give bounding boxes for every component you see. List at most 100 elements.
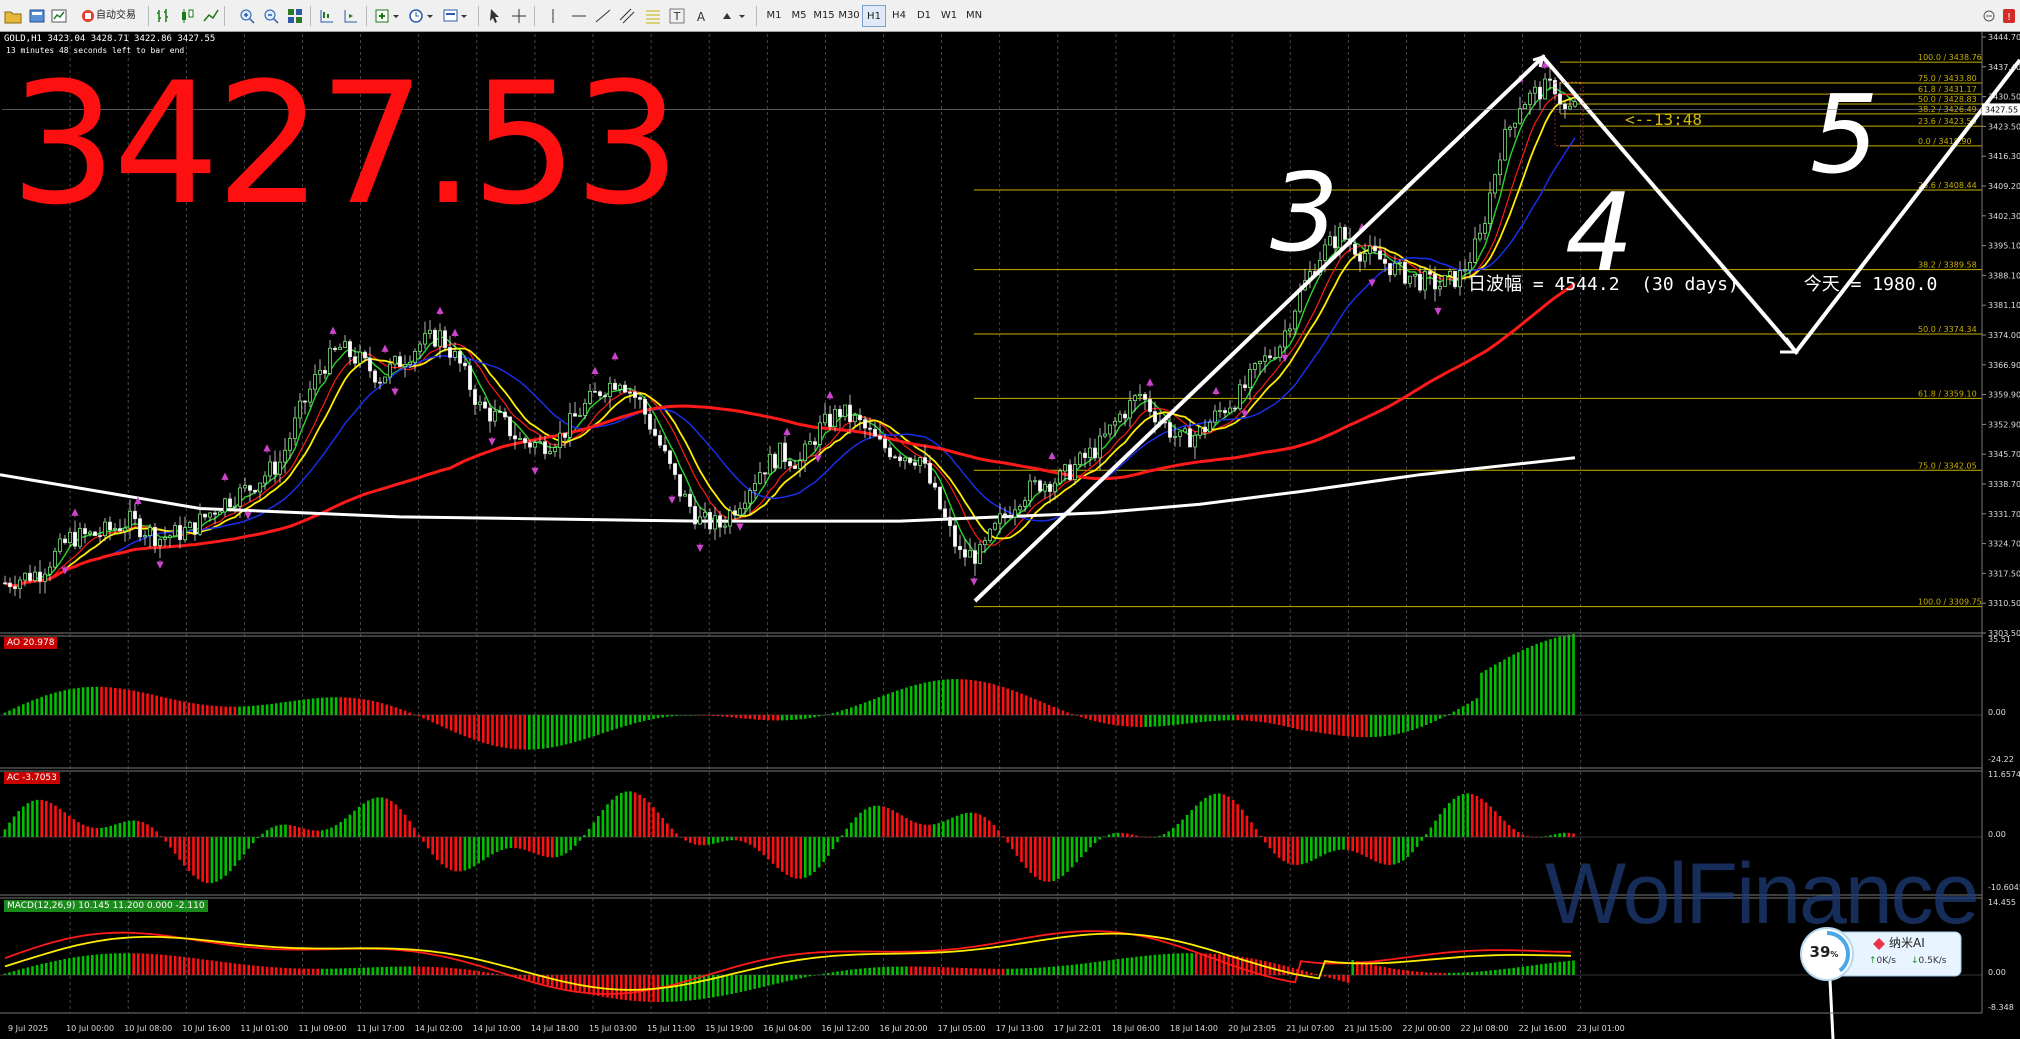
fib-level-label: 50.0 / 3428.83 — [1918, 95, 1977, 104]
macd-bar — [54, 960, 57, 975]
timeframe-m5[interactable]: M5 — [787, 5, 811, 27]
ac-bar — [150, 827, 154, 837]
macd-bar — [532, 975, 536, 982]
channel-icon[interactable] — [616, 5, 638, 27]
market-watch-icon[interactable] — [48, 5, 70, 27]
ac-bar — [187, 837, 191, 872]
ao-bar — [1563, 635, 1566, 715]
ac-bar — [164, 837, 168, 842]
time-tick-label: 17 Jul 13:00 — [996, 1024, 1044, 1033]
ac-bar — [348, 814, 352, 837]
text-label-icon[interactable]: A — [690, 5, 712, 27]
time-tick-label: 16 Jul 12:00 — [821, 1024, 869, 1033]
trendline-icon[interactable] — [592, 5, 614, 27]
ao-bar — [1498, 662, 1502, 715]
candle-body — [1058, 470, 1062, 484]
profiles-icon[interactable] — [26, 5, 48, 27]
ac-bar — [1563, 832, 1566, 837]
arrows-icon[interactable] — [718, 5, 748, 27]
timeframe-m1[interactable]: M1 — [762, 5, 786, 27]
ao-bar — [173, 699, 177, 715]
ao-bar — [758, 715, 761, 720]
timeframe-h1[interactable]: H1 — [862, 5, 886, 27]
zoom-in-icon[interactable] — [236, 5, 258, 27]
macd-bar — [367, 967, 370, 975]
line-chart-icon[interactable] — [200, 5, 222, 27]
indicators-icon[interactable] — [372, 5, 402, 27]
crosshair-icon[interactable] — [508, 5, 530, 27]
ac-bar — [689, 837, 692, 843]
fractal-down-marker — [1434, 306, 1442, 316]
macd-bar — [334, 968, 338, 975]
ao-bar — [40, 696, 43, 715]
ac-bar — [463, 837, 467, 871]
ao-bar — [422, 715, 425, 719]
ac-bar — [541, 837, 545, 857]
ao-bar — [781, 715, 784, 721]
timeframe-h4[interactable]: H4 — [887, 5, 911, 27]
macd-bar — [587, 975, 591, 995]
ac-bar — [1521, 834, 1525, 837]
ac-bar — [1448, 803, 1451, 837]
ao-bar — [146, 693, 149, 715]
ao-bar — [638, 715, 641, 723]
ac-bar — [1038, 837, 1042, 880]
macd-bar — [868, 967, 871, 975]
tile-windows-icon[interactable] — [284, 5, 306, 27]
timeframe-d1[interactable]: D1 — [912, 5, 936, 27]
ac-bar — [804, 837, 807, 878]
autoscroll-icon[interactable] — [340, 5, 362, 27]
macd-bar — [486, 972, 490, 975]
timeframe-w1[interactable]: W1 — [937, 5, 961, 27]
price-tick-label: 3338.70 — [1988, 480, 2020, 489]
ac-bar — [569, 837, 572, 851]
alert-icon[interactable]: ! — [1998, 5, 2020, 27]
macd-bar — [1116, 959, 1120, 975]
ac-bar — [279, 824, 283, 837]
ao-bar — [1066, 712, 1069, 715]
text-tool-icon[interactable]: T — [666, 5, 688, 27]
chart-shift-icon[interactable] — [316, 5, 338, 27]
macd-bar — [1383, 967, 1387, 975]
ac-bar — [1199, 801, 1203, 837]
horizontal-line-icon[interactable] — [568, 5, 590, 27]
timeframe-mn[interactable]: MN — [962, 5, 986, 27]
candle-body — [893, 456, 897, 459]
candle-body — [178, 525, 182, 541]
candle-body — [193, 522, 197, 535]
macd-bar — [49, 961, 53, 975]
ao-bar — [799, 715, 802, 720]
zoom-out-icon[interactable] — [260, 5, 282, 27]
ao-bar — [1093, 715, 1097, 722]
macd-bar — [357, 967, 361, 975]
candle-body — [123, 527, 127, 532]
periods-icon[interactable] — [406, 5, 436, 27]
candle-body — [883, 438, 887, 449]
templates-icon[interactable] — [440, 5, 470, 27]
candle-body — [848, 404, 852, 422]
candle-body — [468, 365, 472, 390]
fibonacci-icon[interactable] — [642, 5, 664, 27]
ao-bar — [1029, 697, 1032, 715]
candlestick-icon[interactable] — [176, 5, 198, 27]
open-folder-icon[interactable] — [2, 5, 24, 27]
candle-body — [43, 573, 47, 582]
auto-trade-button[interactable]: 自动交易 — [72, 5, 144, 27]
candle-body — [493, 410, 497, 422]
ai-floating-widget[interactable]: 39% 纳米AI ↑0K/s ↓0.5K/s — [1799, 926, 1963, 982]
ac-bar — [1429, 827, 1433, 837]
vertical-line-icon[interactable] — [542, 5, 564, 27]
ac-bar — [298, 827, 301, 837]
candle-body — [613, 382, 617, 390]
macd-bar — [919, 966, 922, 975]
candle-body — [528, 442, 532, 448]
timeframe-m30[interactable]: M30 — [837, 5, 861, 27]
ao-bar — [431, 715, 434, 723]
ao-bar — [1540, 642, 1543, 715]
cursor-icon[interactable] — [484, 5, 506, 27]
minimize-icon[interactable] — [1978, 5, 2000, 27]
timeframe-m15[interactable]: M15 — [812, 5, 836, 27]
ac-bar — [1466, 793, 1469, 837]
time-tick-label: 21 Jul 15:00 — [1344, 1024, 1392, 1033]
bar-chart-icon[interactable] — [152, 5, 174, 27]
